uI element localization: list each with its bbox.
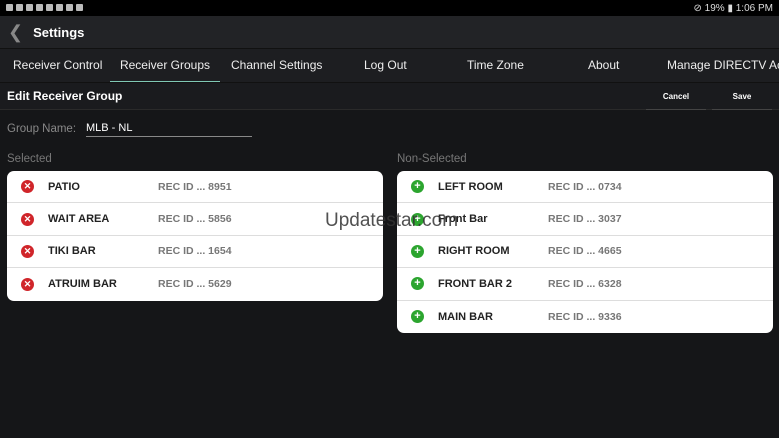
notification-icons (6, 3, 86, 14)
receiver-id: REC ID ... 1654 (158, 245, 232, 258)
selected-heading: Selected (7, 153, 52, 165)
list-item[interactable]: + RIGHT ROOM REC ID ... 4665 (397, 236, 773, 269)
remove-icon[interactable]: ✕ (21, 212, 34, 226)
list-item[interactable]: ✕ TIKI BAR REC ID ... 1654 (7, 236, 383, 269)
non-selected-heading: Non-Selected (397, 153, 467, 165)
add-icon[interactable]: + (411, 310, 424, 324)
receiver-id: REC ID ... 5856 (158, 213, 232, 226)
tab-receiver-groups[interactable]: Receiver Groups (110, 49, 220, 83)
receiver-id: REC ID ... 9336 (548, 310, 622, 323)
receiver-id: REC ID ... 0734 (548, 180, 622, 193)
tab-log-out[interactable]: Log Out (364, 49, 407, 83)
back-icon[interactable]: ❮ (8, 22, 23, 43)
group-name-label: Group Name: (7, 123, 77, 135)
receiver-id: REC ID ... 8951 (158, 180, 232, 193)
list-item[interactable]: + Front Bar REC ID ... 3037 (397, 203, 773, 236)
app-bar: ❮ Settings (0, 16, 779, 48)
receiver-name: Front Bar (438, 213, 488, 226)
receiver-name: RIGHT ROOM (438, 245, 510, 258)
battery-level: 19% (704, 2, 725, 14)
receiver-name: ATRUIM BAR (48, 278, 117, 291)
receiver-name: FRONT BAR 2 (438, 277, 512, 290)
receiver-id: REC ID ... 5629 (158, 278, 232, 291)
receiver-name: MAIN BAR (438, 310, 493, 323)
receiver-name: WAIT AREA (48, 213, 110, 226)
tab-channel-settings[interactable]: Channel Settings (231, 49, 322, 83)
tab-receiver-control[interactable]: Receiver Control (13, 49, 102, 83)
receiver-name: PATIO (48, 180, 80, 193)
list-item[interactable]: ✕ PATIO REC ID ... 8951 (7, 171, 383, 204)
remove-icon[interactable]: ✕ (21, 277, 34, 291)
cancel-button[interactable]: Cancel (646, 83, 706, 110)
group-name-input[interactable]: MLB - NL (86, 120, 252, 137)
add-icon[interactable]: + (411, 277, 424, 291)
section-title: Edit Receiver Group (7, 89, 123, 103)
non-selected-list: + LEFT ROOM REC ID ... 0734 + Front Bar REC … (397, 171, 773, 333)
selected-list: ✕ PATIO REC ID ... 8951 ✕ WAIT AREA REC ID .… (7, 171, 383, 301)
tab-about[interactable]: About (588, 49, 619, 83)
receiver-name: TIKI BAR (48, 245, 96, 258)
list-item[interactable]: + LEFT ROOM REC ID ... 0734 (397, 171, 773, 204)
tab-bar: Receiver Control Receiver Groups Channel… (0, 48, 779, 83)
subheader: Edit Receiver Group Cancel Save (0, 82, 779, 110)
remove-icon[interactable]: ✕ (21, 180, 34, 194)
save-button[interactable]: Save (712, 83, 772, 110)
receiver-id: REC ID ... 6328 (548, 277, 622, 290)
list-item[interactable]: ✕ WAIT AREA REC ID ... 5856 (7, 203, 383, 236)
page-title: Settings (33, 24, 85, 40)
status-bar: ⊘ 19% ▮ 1:06 PM (0, 0, 779, 16)
tab-manage-directv[interactable]: Manage DIRECTV Acco (667, 49, 779, 83)
add-icon[interactable]: + (411, 244, 424, 258)
clock: 1:06 PM (735, 2, 773, 14)
tab-time-zone[interactable]: Time Zone (467, 49, 524, 83)
receiver-name: LEFT ROOM (438, 180, 503, 193)
add-icon[interactable]: + (411, 212, 424, 226)
receiver-id: REC ID ... 4665 (548, 245, 622, 258)
remove-icon[interactable]: ✕ (21, 244, 34, 258)
list-item[interactable]: + MAIN BAR REC ID ... 9336 (397, 301, 773, 333)
list-item[interactable]: + FRONT BAR 2 REC ID ... 6328 (397, 268, 773, 301)
add-icon[interactable]: + (411, 180, 424, 194)
list-item[interactable]: ✕ ATRUIM BAR REC ID ... 5629 (7, 268, 383, 300)
status-right: ⊘ 19% ▮ 1:06 PM (693, 2, 774, 14)
receiver-id: REC ID ... 3037 (548, 213, 622, 226)
